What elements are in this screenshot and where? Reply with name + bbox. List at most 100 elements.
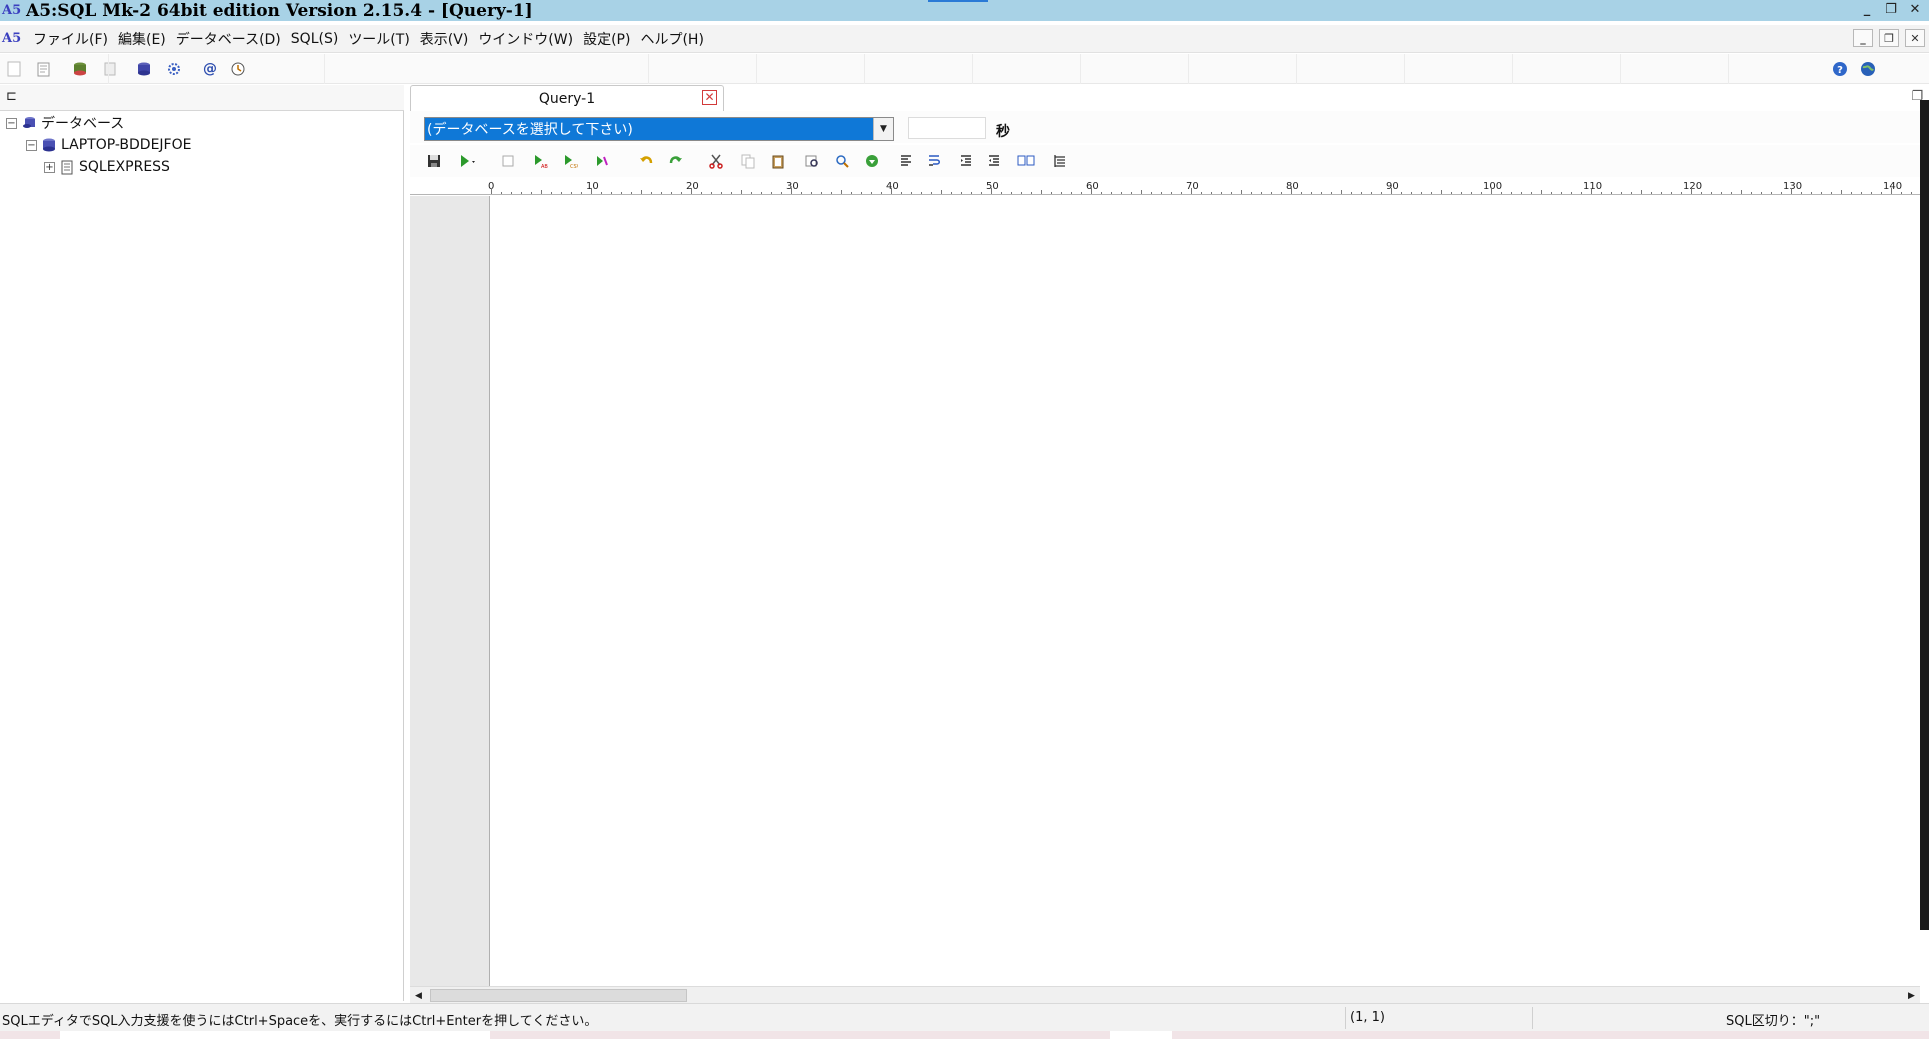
ruler-tick: [1731, 192, 1732, 194]
tab-close-icon[interactable]: ✕: [702, 90, 717, 105]
database-icon[interactable]: [134, 59, 154, 79]
status-separator: [1345, 1007, 1346, 1029]
ruler-label: 120: [1683, 181, 1703, 192]
menu-file[interactable]: ファイル(F): [28, 29, 113, 49]
collapse-icon[interactable]: −: [6, 117, 17, 129]
ruler-tick: [981, 192, 982, 194]
chevron-down-icon[interactable]: ▼: [873, 118, 893, 140]
mdi-restore-button[interactable]: ❐: [1879, 29, 1899, 47]
app-menu-icon[interactable]: A5: [2, 29, 22, 49]
tree-label-root: データベース: [41, 116, 125, 132]
ruler-tick: [631, 192, 632, 194]
horizontal-scrollbar[interactable]: ◀ ▶: [410, 986, 1920, 1003]
db-refresh-icon[interactable]: [70, 59, 90, 79]
menu-window[interactable]: ウインドウ(W): [473, 29, 578, 49]
scroll-right-icon[interactable]: ▶: [1903, 987, 1920, 1004]
ruler-tick: [531, 192, 532, 194]
ruler-tick: [1491, 188, 1492, 194]
tree-outline-icon[interactable]: [1050, 151, 1070, 171]
database-select[interactable]: (データベースを選択して下さい) ▼: [424, 117, 894, 141]
settings-gear-icon[interactable]: [164, 59, 184, 79]
sql-editor[interactable]: [491, 196, 1920, 986]
ruler-tick: [1801, 192, 1802, 194]
toolbar-grid-line: [648, 54, 649, 84]
menu-view[interactable]: 表示(V): [415, 29, 474, 49]
ruler-tick: [1601, 192, 1602, 194]
run-icon[interactable]: [458, 151, 478, 171]
indent-icon[interactable]: [956, 151, 976, 171]
open-icon[interactable]: [34, 59, 54, 79]
ruler-label: 70: [1186, 181, 1199, 192]
expand-icon[interactable]: +: [44, 161, 55, 173]
toolbar-grid-line: [1080, 54, 1081, 84]
ruler-tick: [751, 192, 752, 194]
ruler-label: 80: [1286, 181, 1299, 192]
run-abs-icon[interactable]: ABS: [530, 151, 550, 171]
align-left-icon[interactable]: [896, 151, 916, 171]
redo-icon[interactable]: [666, 151, 686, 171]
ruler-tick: [921, 192, 922, 194]
scroll-left-icon[interactable]: ◀: [410, 987, 427, 1004]
database-select-value: (データベースを選択して下さい): [427, 122, 633, 138]
database-select-row: (データベースを選択して下さい) ▼ 秒: [410, 111, 1929, 143]
menu-edit[interactable]: 編集(E): [113, 29, 171, 49]
save-icon[interactable]: [424, 151, 444, 171]
paste-icon[interactable]: [768, 151, 788, 171]
mdi-minimize-button[interactable]: _: [1853, 29, 1873, 47]
undo-icon[interactable]: [636, 151, 656, 171]
outdent-icon[interactable]: [984, 151, 1004, 171]
ruler-tick: [971, 192, 972, 194]
clock-icon[interactable]: [228, 59, 248, 79]
restore-button[interactable]: ❐: [1881, 0, 1901, 19]
compare-icon[interactable]: [1016, 151, 1036, 171]
run-csv-icon[interactable]: CSV: [560, 151, 580, 171]
ruler-label: 30: [786, 181, 799, 192]
tree-node-server[interactable]: − LAPTOP-BDDEJFOE: [26, 135, 191, 155]
cursor-position: (1, 1): [1350, 1010, 1385, 1025]
stop-icon[interactable]: [498, 151, 518, 171]
tree-node-root[interactable]: − データベース: [6, 113, 124, 133]
ruler-tick: [871, 192, 872, 194]
ruler-tick: [501, 192, 502, 194]
close-button[interactable]: ✕: [1905, 0, 1925, 19]
ruler-tick: [1011, 192, 1012, 194]
scroll-thumb[interactable]: [430, 989, 687, 1002]
toolbar-grid-line: [1728, 54, 1729, 84]
menu-help[interactable]: ヘルプ(H): [635, 29, 708, 49]
cut-icon[interactable]: [706, 151, 726, 171]
copy-db-icon[interactable]: [100, 59, 120, 79]
menu-database[interactable]: データベース(D): [171, 29, 286, 49]
server-icon: [41, 137, 57, 153]
copy-icon[interactable]: [738, 151, 758, 171]
timeout-input[interactable]: [908, 117, 986, 139]
menu-sql[interactable]: SQL(S): [286, 31, 344, 47]
download-icon[interactable]: [862, 151, 882, 171]
ruler-tick: [1481, 192, 1482, 194]
ruler-tick: [1401, 192, 1402, 194]
menu-settings[interactable]: 設定(P): [578, 29, 635, 49]
ruler-tick: [611, 192, 612, 194]
mdi-close-button[interactable]: ✕: [1905, 29, 1925, 47]
window-title: A5:SQL Mk-2 64bit edition Version 2.15.4…: [26, 0, 533, 21]
run-step-icon[interactable]: [592, 151, 612, 171]
minimize-button[interactable]: _: [1857, 0, 1877, 19]
at-sign-icon[interactable]: @: [200, 59, 220, 79]
help-icon[interactable]: ?: [1830, 59, 1850, 79]
word-wrap-icon[interactable]: [924, 151, 944, 171]
new-icon[interactable]: [4, 59, 24, 79]
window-controls: _ ❐ ✕: [1857, 0, 1925, 19]
web-icon[interactable]: [1858, 59, 1878, 79]
tab-query-1[interactable]: Query-1 ✕: [410, 85, 724, 111]
replace-icon[interactable]: [832, 151, 852, 171]
ruler-tick: [1101, 192, 1102, 194]
ruler-tick: [1911, 192, 1912, 194]
ruler-tick: [1501, 192, 1502, 194]
menu-tools[interactable]: ツール(T): [343, 29, 414, 49]
collapse-icon[interactable]: −: [26, 139, 37, 151]
svg-text:ABS: ABS: [541, 164, 548, 169]
ruler-tick: [1751, 192, 1752, 194]
find-icon[interactable]: [802, 151, 822, 171]
ruler-tick: [701, 192, 702, 194]
tree-toggle-icon[interactable]: ⊏: [6, 89, 17, 104]
tree-node-instance[interactable]: + SQLEXPRESS: [44, 157, 170, 177]
